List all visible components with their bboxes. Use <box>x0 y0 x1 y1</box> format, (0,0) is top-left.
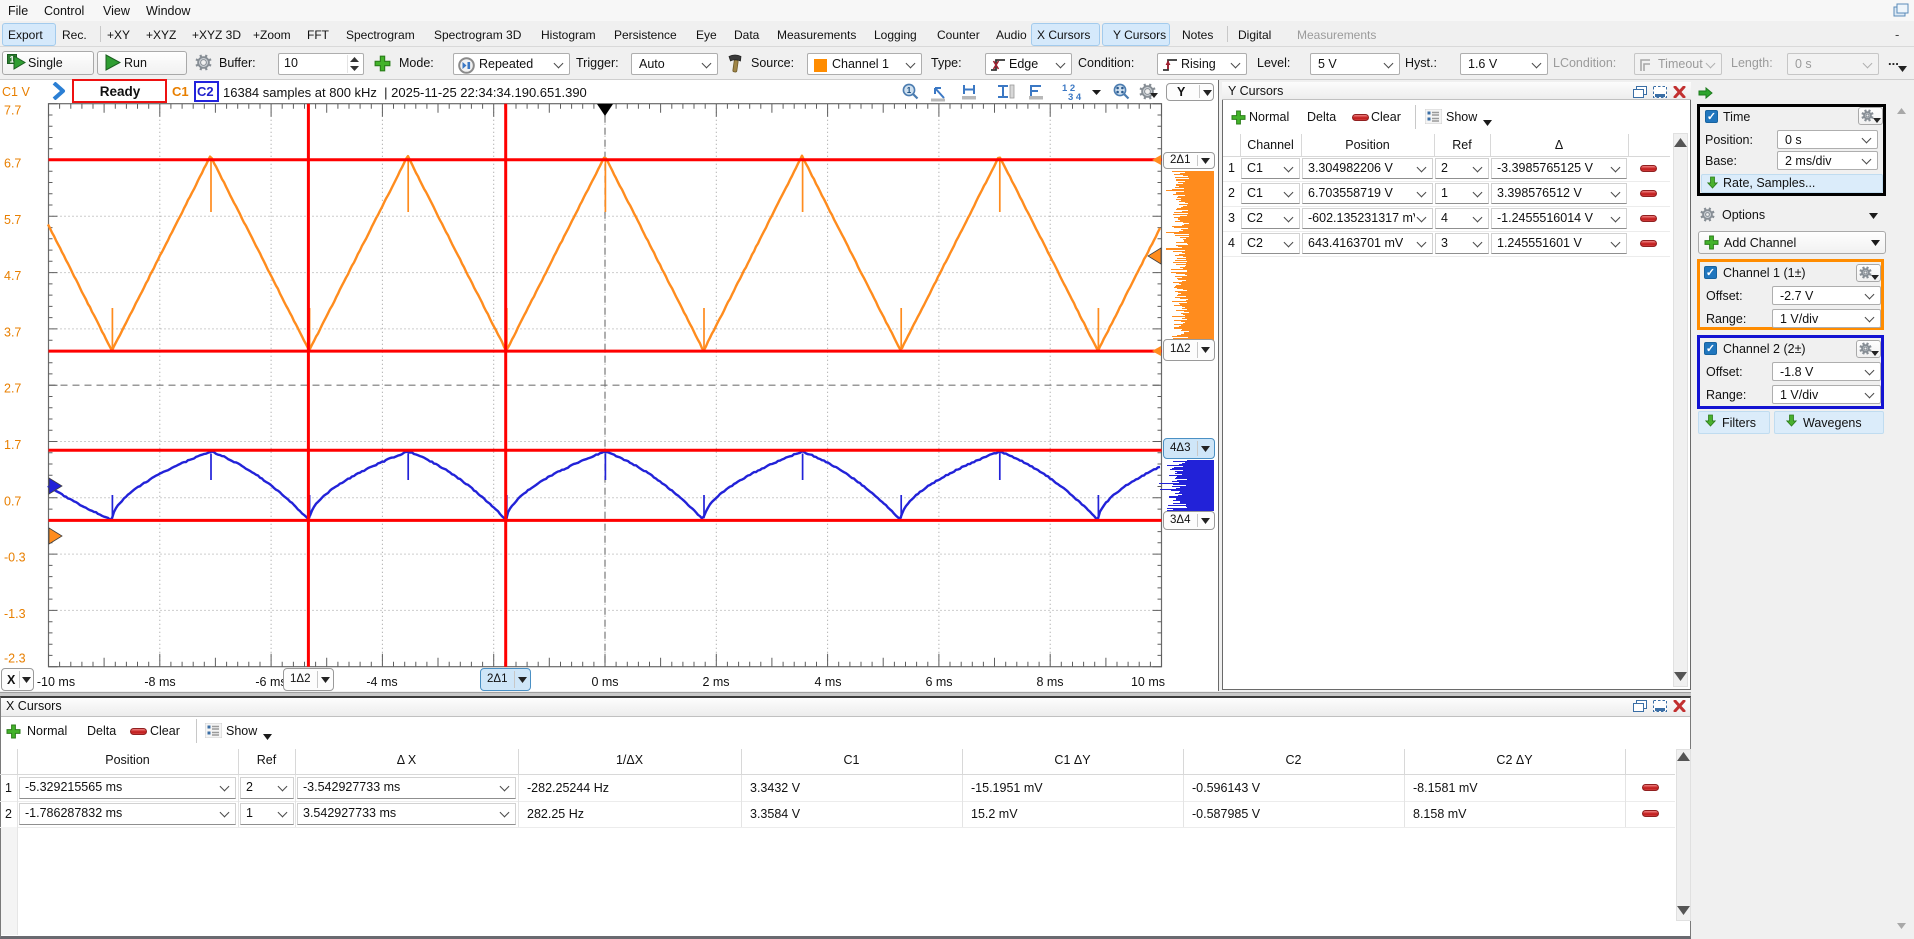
svg-text:6.7: 6.7 <box>4 157 21 171</box>
svg-text:-0.3: -0.3 <box>4 551 26 565</box>
svg-text:4.7: 4.7 <box>4 269 21 283</box>
svg-text:1.7: 1.7 <box>4 438 21 452</box>
svg-text:-2.3: -2.3 <box>4 652 26 666</box>
svg-text:5.7: 5.7 <box>4 213 21 227</box>
svg-text:-10 ms: -10 ms <box>37 675 75 689</box>
svg-text:0.7: 0.7 <box>4 494 21 508</box>
svg-text:6 ms: 6 ms <box>925 675 952 689</box>
svg-text:-1.3: -1.3 <box>4 607 26 621</box>
svg-text:7.7: 7.7 <box>4 104 21 118</box>
svg-text:-4 ms: -4 ms <box>366 675 397 689</box>
svg-text:3.7: 3.7 <box>4 325 21 339</box>
svg-text:-8 ms: -8 ms <box>144 675 175 689</box>
svg-text:8 ms: 8 ms <box>1036 675 1063 689</box>
svg-text:10 ms: 10 ms <box>1131 675 1165 689</box>
svg-text:4 ms: 4 ms <box>814 675 841 689</box>
svg-text:2.7: 2.7 <box>4 382 21 396</box>
svg-text:2 ms: 2 ms <box>702 675 729 689</box>
svg-text:-6 ms: -6 ms <box>255 675 286 689</box>
svg-text:0 ms: 0 ms <box>591 675 618 689</box>
